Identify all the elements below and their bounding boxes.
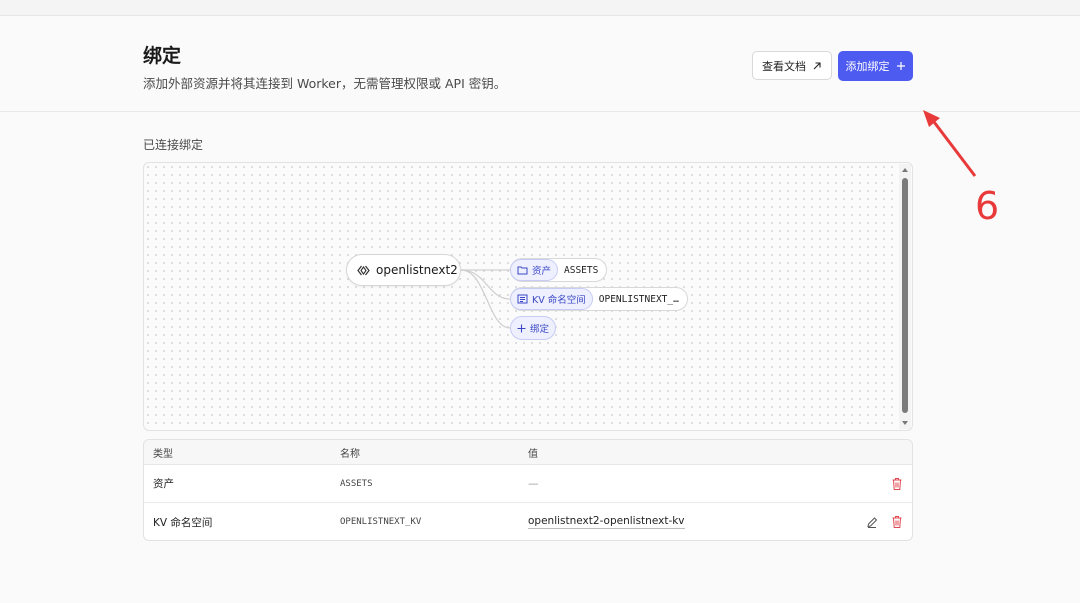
bindings-table: 类型 名称 值 资产 ASSETS — KV 命名空间 OPENLISTNEXT… <box>143 439 913 541</box>
connected-bindings-label: 已连接绑定 <box>143 138 204 152</box>
external-link-icon <box>813 61 821 69</box>
plus-icon <box>896 62 905 70</box>
delete-icon[interactable] <box>891 515 903 529</box>
binding-name: OPENLISTNEXT_… <box>598 293 679 305</box>
binding-name: ASSETS <box>564 264 599 276</box>
delete-icon[interactable] <box>891 477 903 491</box>
view-docs-button[interactable]: 查看文档 <box>752 51 832 80</box>
plus-icon <box>517 324 526 332</box>
diagram-scrollbar[interactable] <box>899 164 911 429</box>
folder-icon <box>517 266 528 275</box>
column-header-name: 名称 <box>340 449 360 460</box>
scroll-thumb[interactable] <box>902 178 908 413</box>
view-docs-label: 查看文档 <box>762 59 806 73</box>
binding-type-chip: 资产 <box>510 259 559 281</box>
scroll-up-icon[interactable] <box>902 168 908 172</box>
row-value-link[interactable]: openlistnext2-openlistnext-kv <box>528 515 685 529</box>
worker-name: openlistnext2 <box>376 263 458 277</box>
edit-icon[interactable] <box>866 515 878 529</box>
table-row: KV 命名空间 OPENLISTNEXT_KV openlistnext2-op… <box>144 503 912 540</box>
row-type: KV 命名空间 <box>153 516 213 529</box>
annotation-arrow-icon <box>923 110 977 177</box>
column-header-value: 值 <box>528 449 538 460</box>
worker-icon <box>357 265 370 275</box>
binding-type-chip: KV 命名空间 <box>510 288 593 310</box>
annotation-number: 6 <box>975 184 1000 228</box>
page-title: 绑定 <box>143 45 182 67</box>
add-binding-button[interactable]: 添加绑定 <box>838 51 913 81</box>
row-name: OPENLISTNEXT_KV <box>340 517 422 527</box>
column-header-type: 类型 <box>153 449 173 460</box>
page-subtitle: 添加外部资源并将其连接到 Worker，无需管理权限或 API 密钥。 <box>143 76 507 91</box>
add-binding-node[interactable]: 绑定 <box>510 316 556 340</box>
table-header: 类型 名称 值 <box>144 440 912 465</box>
binding-node-kv[interactable]: KV 命名空间 OPENLISTNEXT_… <box>510 287 688 311</box>
scroll-down-icon[interactable] <box>902 421 908 425</box>
add-binding-label: 添加绑定 <box>845 60 890 73</box>
kv-namespace-icon <box>517 294 528 304</box>
top-bar <box>0 0 1080 16</box>
row-value: — <box>528 477 539 490</box>
table-row: 资产 ASSETS — <box>144 465 912 503</box>
row-name: ASSETS <box>340 478 373 489</box>
worker-node[interactable]: openlistnext2 <box>346 254 461 286</box>
bindings-diagram[interactable]: openlistnext2 资产 ASSETS KV 命名空间 OPENLIST… <box>143 162 913 431</box>
row-type: 资产 <box>153 478 174 490</box>
binding-node-assets[interactable]: 资产 ASSETS <box>510 258 608 282</box>
page-header: 绑定 添加外部资源并将其连接到 Worker，无需管理权限或 API 密钥。 查… <box>0 16 1080 112</box>
